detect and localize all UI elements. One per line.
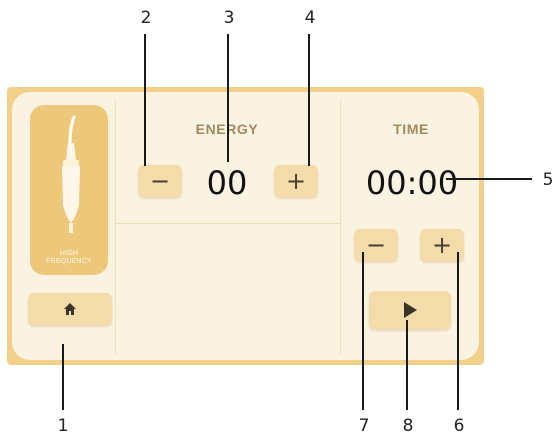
control-panel-screen: HIGH FREQUENCY ENERGY − 00 + TIME 00:00 … [12, 92, 479, 360]
control-panel: HIGH FREQUENCY ENERGY − 00 + TIME 00:00 … [7, 87, 484, 365]
energy-divider [116, 223, 340, 224]
leader-line-5 [446, 178, 532, 180]
leader-line-8 [406, 320, 408, 410]
energy-increase-button[interactable]: + [274, 165, 318, 197]
time-decrease-button[interactable]: − [354, 229, 398, 261]
energy-decrease-button[interactable]: − [138, 165, 182, 197]
handpiece-icon [62, 115, 80, 233]
callout-4: 4 [304, 8, 316, 28]
callout-3: 3 [223, 8, 235, 28]
energy-value: 00 [206, 164, 248, 202]
leader-line-4 [308, 34, 310, 166]
callout-1: 1 [57, 416, 69, 436]
callout-2: 2 [140, 8, 152, 28]
home-button[interactable] [28, 293, 112, 325]
leader-line-7 [362, 252, 364, 410]
minus-icon: − [365, 231, 387, 259]
callout-5: 5 [542, 170, 554, 190]
leader-line-2 [144, 34, 146, 166]
minus-icon: − [149, 167, 171, 195]
leader-line-1 [62, 344, 64, 410]
handpiece-card[interactable]: HIGH FREQUENCY [30, 105, 108, 275]
handpiece-label: HIGH FREQUENCY [46, 250, 92, 265]
plus-icon: + [431, 231, 453, 259]
callout-6: 6 [453, 416, 465, 436]
play-icon [404, 302, 417, 318]
callout-8: 8 [402, 416, 414, 436]
sidebar-divider [115, 100, 116, 354]
start-button[interactable] [369, 291, 451, 329]
callout-7: 7 [358, 416, 370, 436]
leader-line-6 [457, 252, 459, 410]
time-divider [340, 100, 341, 354]
leader-line-3 [227, 34, 229, 162]
plus-icon: + [285, 167, 307, 195]
home-icon [64, 303, 76, 315]
time-value: 00:00 [365, 164, 459, 202]
time-caption: TIME [393, 121, 429, 137]
